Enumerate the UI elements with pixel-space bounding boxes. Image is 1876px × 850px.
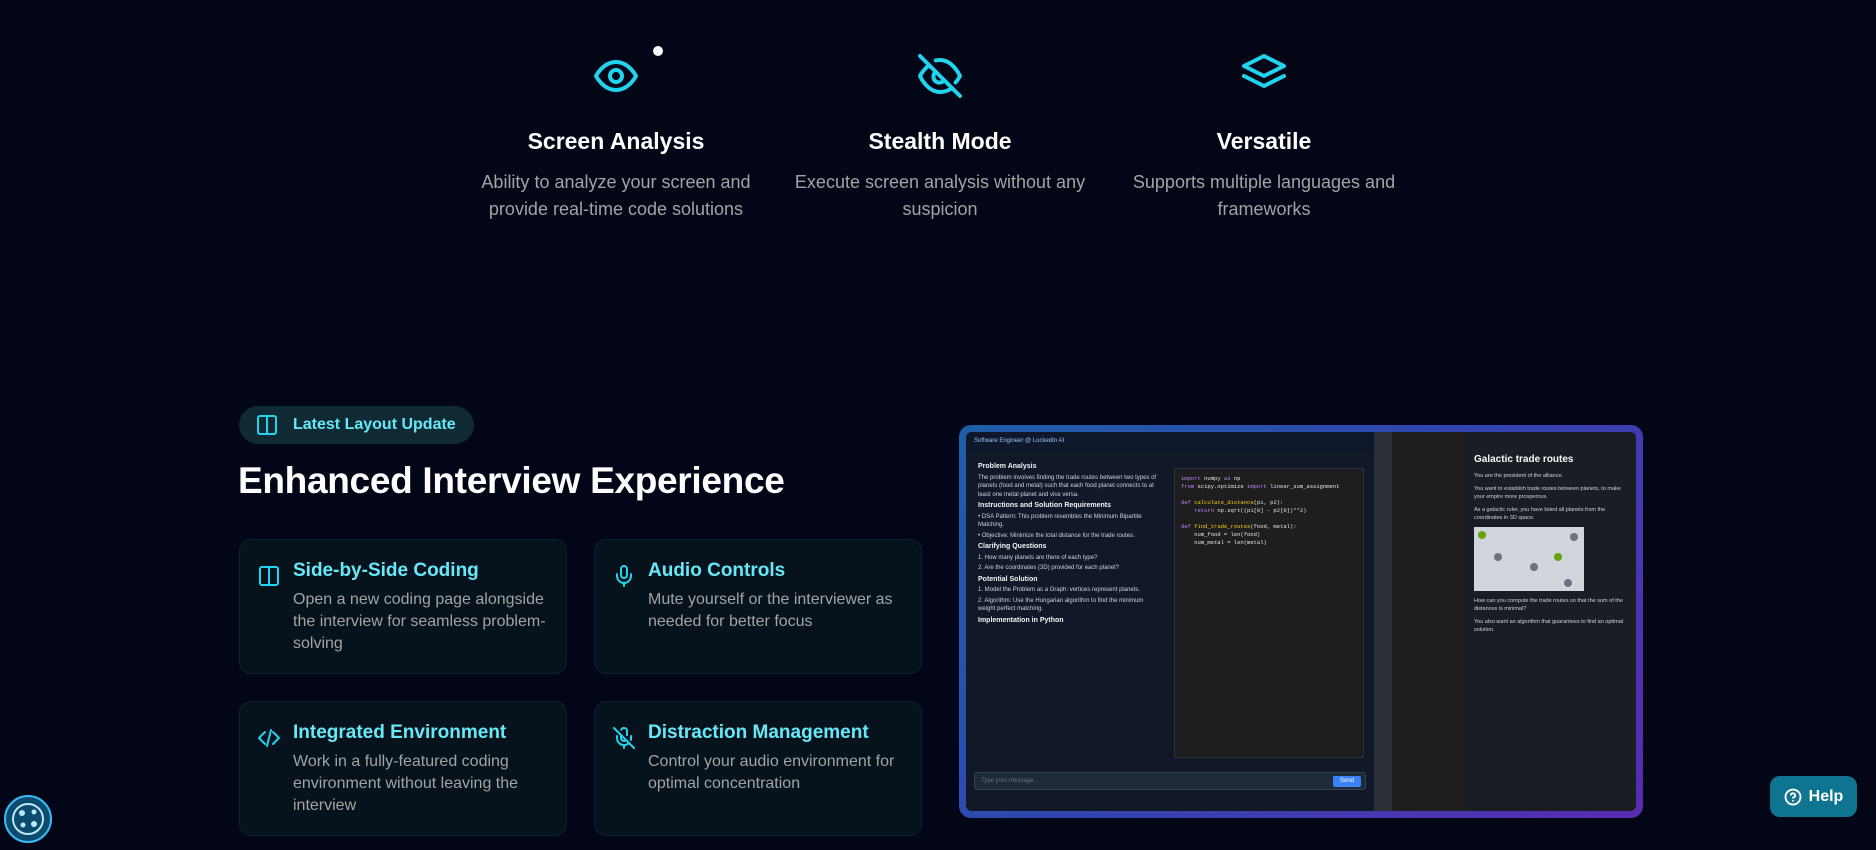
- card-description: Work in a fully-featured coding environm…: [293, 753, 519, 814]
- chat-section-heading: Instructions and Solution Requirements: [978, 502, 1112, 509]
- section-heading: Enhanced Interview Experience: [238, 460, 785, 501]
- card-audio-controls: Audio Controls Mute yourself or the inte…: [594, 539, 922, 674]
- chat-section-heading: Potential Solution: [978, 575, 1038, 583]
- layers-icon: [1242, 54, 1286, 88]
- mic-icon: [616, 565, 632, 587]
- card-description: Open a new coding page alongside the int…: [293, 591, 546, 652]
- screenshot-canvas: Software Engineer @ LockedIn AI Problem …: [966, 432, 1636, 811]
- interview-pane: Software Engineer @ LockedIn AI Problem …: [966, 432, 1374, 811]
- graph-node: [1570, 533, 1578, 541]
- help-label: Help: [1808, 787, 1844, 805]
- screenshot-code-block: import numpy as np from scipy.optimize i…: [1174, 468, 1364, 758]
- eye-icon: [594, 60, 638, 92]
- product-screenshot: Software Engineer @ LockedIn AI Problem …: [959, 425, 1643, 818]
- screenshot-sidebar: [1374, 432, 1392, 811]
- cookie-icon: [12, 803, 44, 835]
- screenshot-send-button: Send: [1333, 776, 1361, 787]
- badge-label: Latest Layout Update: [293, 416, 456, 433]
- screenshot-problem-doc: Galactic trade routes You are the presid…: [1466, 432, 1636, 811]
- screenshot-editor: [1392, 432, 1466, 811]
- chat-section-heading: Implementation in Python: [978, 616, 1064, 624]
- card-side-by-side-coding: Side-by-Side Coding Open a new coding pa…: [239, 539, 567, 674]
- graph-node: [1478, 531, 1486, 539]
- card-title: Audio Controls: [648, 560, 786, 581]
- chat-section-heading: Clarifying Questions: [978, 543, 1047, 550]
- card-title: Side-by-Side Coding: [293, 560, 479, 581]
- help-circle-icon: [1784, 788, 1802, 805]
- mic-off-icon: [613, 727, 635, 749]
- features-section: Screen Analysis Ability to analyze your …: [0, 0, 1876, 240]
- code-icon: [258, 729, 280, 747]
- feature-title: Versatile: [1216, 128, 1312, 154]
- screenshot-message-input: Type your message... Send: [974, 772, 1366, 790]
- card-title: Integrated Environment: [293, 722, 507, 743]
- feature-title: Screen Analysis: [527, 128, 705, 154]
- feature-screen-analysis: Screen Analysis Ability to analyze your …: [456, 52, 776, 223]
- feature-title: Stealth Mode: [868, 128, 1012, 154]
- cookie-settings-button[interactable]: [4, 795, 52, 843]
- screenshot-chat: Problem Analysis The problem involves fi…: [974, 456, 1166, 728]
- card-description: Mute yourself or the interviewer as need…: [648, 591, 893, 630]
- graph-node: [1530, 563, 1538, 571]
- feature-versatile: Versatile Supports multiple languages an…: [1104, 52, 1424, 223]
- card-distraction-management: Distraction Management Control your audi…: [594, 701, 922, 836]
- screenshot-app-title: Software Engineer @ LockedIn AI: [966, 432, 1374, 452]
- graph-node: [1564, 579, 1572, 587]
- columns-icon: [257, 415, 277, 435]
- input-placeholder: Type your message...: [981, 778, 1039, 784]
- card-integrated-environment: Integrated Environment Work in a fully-f…: [239, 701, 567, 836]
- coding-pane: Galactic trade routes You are the presid…: [1374, 432, 1636, 811]
- graph-node: [1554, 553, 1562, 561]
- graph-node: [1494, 553, 1502, 561]
- doc-graph: [1474, 527, 1584, 591]
- feature-description: Supports multiple languages and framewor…: [1132, 172, 1396, 219]
- card-description: Control your audio environment for optim…: [648, 753, 895, 792]
- feature-stealth-mode: Stealth Mode Execute screen analysis wit…: [780, 52, 1100, 223]
- chat-section-heading: Problem Analysis: [978, 463, 1037, 470]
- eye-off-icon: [918, 54, 962, 98]
- help-button[interactable]: Help: [1770, 776, 1857, 817]
- feature-description: Execute screen analysis without any susp…: [794, 172, 1086, 219]
- feature-description: Ability to analyze your screen and provi…: [481, 172, 751, 219]
- card-title: Distraction Management: [648, 722, 869, 743]
- columns-icon: [259, 566, 279, 586]
- latest-update-badge: Latest Layout Update: [239, 406, 474, 444]
- doc-title: Galactic trade routes: [1474, 454, 1574, 465]
